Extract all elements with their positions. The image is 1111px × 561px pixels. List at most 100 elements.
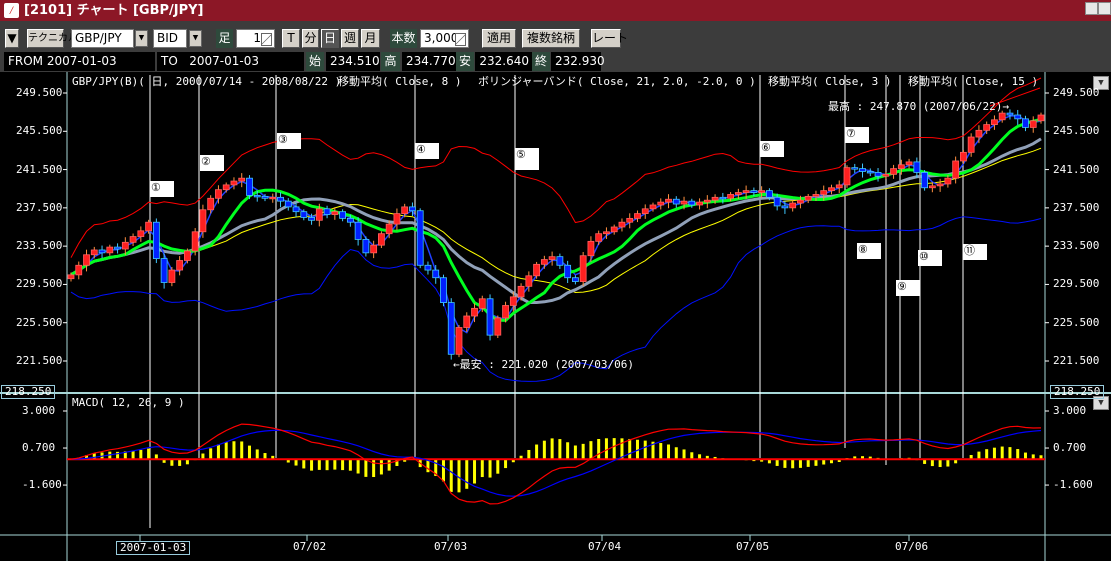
open-label: 始: [306, 52, 324, 71]
candle-up: [734, 192, 742, 195]
y-tick-label-right: 225.500: [1053, 315, 1100, 329]
candle-up: [463, 315, 471, 328]
apply-button[interactable]: 適用: [482, 29, 516, 48]
help-button[interactable]: [1085, 2, 1098, 15]
marker-7[interactable]: ⑦: [845, 127, 869, 143]
candle-up: [230, 180, 238, 186]
technical-button[interactable]: テクニカル: [27, 29, 78, 48]
macd-histogram-bar: [504, 459, 508, 469]
macd-histogram-bar: [550, 438, 554, 460]
macd-histogram-bar: [457, 459, 461, 493]
candle-up: [509, 296, 517, 306]
macd-histogram-bar: [488, 459, 492, 478]
macd-histogram-bar: [333, 459, 337, 470]
candle-down: [323, 208, 331, 215]
marker-6[interactable]: ⑥: [760, 141, 784, 157]
macd-histogram-bar: [247, 445, 251, 460]
x-tick-label: 07/02: [293, 540, 327, 553]
candle-down: [781, 205, 789, 209]
candle-down: [253, 195, 261, 198]
period-minute-button[interactable]: 分: [302, 29, 319, 48]
marker-9[interactable]: ⑨: [896, 280, 920, 296]
period-week-button[interactable]: 週: [341, 29, 359, 48]
chevron-down-icon[interactable]: ▼: [135, 30, 148, 47]
ashi-input[interactable]: 1: [236, 29, 275, 48]
marker-1[interactable]: ①: [150, 181, 174, 197]
candle-up: [548, 256, 556, 260]
candle-down: [719, 196, 727, 200]
macd-histogram-bar: [930, 459, 934, 467]
app-icon: ⁄: [4, 3, 19, 18]
macd-histogram-bar: [317, 459, 321, 470]
menu-button[interactable]: ▼: [5, 29, 19, 48]
candle-up: [905, 161, 913, 166]
macd-tick-label-right: -1.600: [1053, 478, 1093, 492]
candle-up: [199, 209, 207, 233]
candle-down: [424, 264, 432, 271]
symbol-select[interactable]: GBP/JPY: [71, 29, 134, 48]
candle-up: [975, 129, 983, 138]
count-input[interactable]: 3,000: [420, 29, 469, 48]
macd-histogram-bar: [356, 459, 360, 474]
macd-histogram-bar: [1008, 447, 1012, 460]
candle-up: [649, 204, 657, 210]
candle-up: [843, 167, 851, 186]
candle-up: [595, 233, 603, 242]
candle-down: [572, 277, 579, 282]
y-tick-label-left: 221.500: [16, 353, 63, 367]
marker-10[interactable]: ⑩: [918, 250, 942, 266]
y-tick-label-right: 229.500: [1053, 277, 1100, 291]
candle-up: [183, 250, 191, 261]
candle-up: [83, 254, 90, 266]
candle-down: [292, 206, 300, 213]
macd-histogram-bar: [581, 443, 585, 460]
candle-up: [618, 221, 626, 228]
macd-histogram-bar: [255, 449, 259, 460]
marker-11[interactable]: ⑪: [963, 244, 987, 260]
open-value: 234.510: [326, 52, 380, 71]
candle-down: [773, 196, 781, 207]
period-tick-button[interactable]: T: [282, 29, 300, 48]
macd-histogram-bar: [806, 459, 810, 467]
candle-up: [991, 119, 998, 125]
candle-up: [540, 259, 548, 265]
candle-up: [696, 201, 703, 206]
macd-tick-label-left: 0.700: [22, 441, 56, 455]
candle-up: [998, 112, 1006, 121]
candle-up: [471, 307, 478, 317]
marker-4[interactable]: ④: [415, 143, 439, 159]
window-title: [2101] チャート [GBP/JPY]: [24, 3, 204, 18]
candle-up: [238, 177, 246, 182]
period-month-button[interactable]: 月: [361, 29, 380, 48]
candle-down: [246, 177, 253, 196]
to-field[interactable]: TO 2007-01-03: [157, 52, 304, 71]
candle-up: [820, 190, 828, 195]
candle-up: [797, 199, 804, 204]
price-chart[interactable]: [0, 72, 1111, 561]
candle-down: [308, 217, 315, 221]
marker-8[interactable]: ⑧: [857, 243, 881, 259]
candle-down: [564, 264, 572, 279]
macd-histogram-bar: [449, 459, 453, 492]
macd-histogram-bar: [667, 444, 671, 460]
period-day-button[interactable]: 日: [321, 29, 339, 48]
candle-down: [114, 246, 121, 250]
x-tick-label: 07/04: [588, 540, 622, 553]
candle-down: [688, 200, 696, 206]
marker-3[interactable]: ③: [277, 133, 301, 149]
from-field[interactable]: FROM 2007-01-03: [4, 52, 155, 71]
multi-symbol-button[interactable]: 複数銘柄: [522, 29, 580, 48]
high-label: 高: [381, 52, 400, 71]
candle-down: [160, 258, 168, 283]
rate-button[interactable]: レート: [591, 29, 628, 48]
candle-up: [176, 260, 184, 271]
candle-up: [936, 183, 944, 187]
y-tick-label-right: 237.500: [1053, 200, 1100, 214]
marker-5[interactable]: ⑤: [515, 148, 539, 170]
close-button[interactable]: [1098, 2, 1111, 15]
candle-down: [851, 167, 859, 170]
chevron-down-icon[interactable]: ▼: [189, 30, 202, 47]
marker-2[interactable]: ②: [200, 155, 224, 171]
y-tick-label-right: 233.500: [1053, 239, 1100, 253]
side-select[interactable]: BID: [153, 29, 187, 48]
